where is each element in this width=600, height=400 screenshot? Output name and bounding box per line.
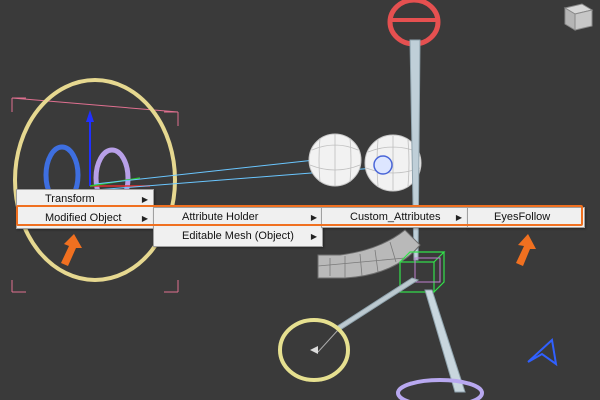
quad-menu-level4: EyesFollow: [467, 207, 585, 228]
left-eyeball: [308, 133, 362, 187]
submenu-arrow-icon: ▶: [310, 232, 317, 241]
submenu-arrow-icon: ▶: [141, 195, 148, 204]
annotation-arrow-icon: [516, 234, 536, 266]
menu-item-eyesfollow[interactable]: EyesFollow: [468, 208, 584, 227]
jaw-bone-right: [424, 289, 466, 393]
submenu-arrow-icon: ▶: [455, 213, 462, 222]
quad-menu-level1: Transform ▶ Modified Object ▶: [16, 189, 154, 229]
menu-item-label: Attribute Holder: [182, 211, 259, 223]
menu-item-label: Custom_Attributes: [350, 211, 441, 223]
top-control-handle: [387, 0, 441, 47]
submenu-arrow-icon: ▶: [141, 214, 148, 223]
view-orientation-icon: [527, 338, 558, 367]
menu-item-custom-attributes[interactable]: Custom_Attributes ▶: [322, 208, 467, 227]
quad-menu-level2: Attribute Holder ▶ Editable Mesh (Object…: [153, 207, 323, 247]
quad-menu-level3: Custom_Attributes ▶: [321, 207, 468, 228]
menu-item-label: Modified Object: [45, 212, 122, 224]
menu-item-transform[interactable]: Transform ▶: [17, 190, 153, 209]
annotation-arrow-icon: [61, 234, 82, 266]
menu-item-modified-object[interactable]: Modified Object ▶: [17, 209, 153, 228]
menu-item-label: EyesFollow: [494, 211, 551, 223]
3d-viewport[interactable]: Transform ▶ Modified Object ▶ Attribute …: [0, 0, 600, 400]
menu-item-editable-mesh[interactable]: Editable Mesh (Object) ▶: [154, 227, 322, 246]
menu-item-label: Transform: [45, 193, 95, 205]
chin-control-ring: [396, 378, 484, 400]
viewcube-icon: [563, 3, 594, 31]
submenu-arrow-icon: ▶: [310, 213, 317, 222]
jaw-bone-left: [335, 277, 420, 331]
menu-item-label: Editable Mesh (Object): [182, 230, 294, 242]
menu-item-attribute-holder[interactable]: Attribute Holder ▶: [154, 208, 322, 227]
jaw-mesh: [317, 229, 421, 279]
